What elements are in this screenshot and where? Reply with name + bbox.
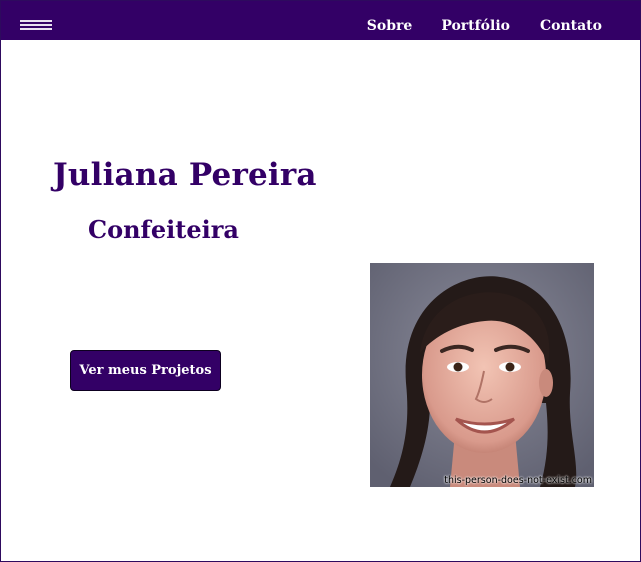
profile-photo: this-person-does-not-exist.com — [370, 263, 594, 487]
nav-link-contato[interactable]: Contato — [540, 17, 602, 35]
nav-link-portfolio[interactable]: Portfólio — [441, 17, 510, 35]
hero-role: Confeiteira — [88, 215, 239, 244]
hero-name: Juliana Pereira — [53, 157, 317, 193]
portrait-illustration — [370, 263, 594, 487]
hamburger-bar — [20, 24, 52, 26]
hamburger-bar — [20, 20, 52, 22]
photo-watermark: this-person-does-not-exist.com — [444, 475, 592, 486]
view-projects-button[interactable]: Ver meus Projetos — [70, 350, 221, 391]
hamburger-bar — [20, 28, 52, 30]
navbar: Sobre Portfólio Contato — [1, 1, 640, 40]
nav-link-sobre[interactable]: Sobre — [367, 17, 413, 35]
nav-links: Sobre Portfólio Contato — [367, 17, 602, 35]
hamburger-icon[interactable] — [20, 20, 52, 32]
